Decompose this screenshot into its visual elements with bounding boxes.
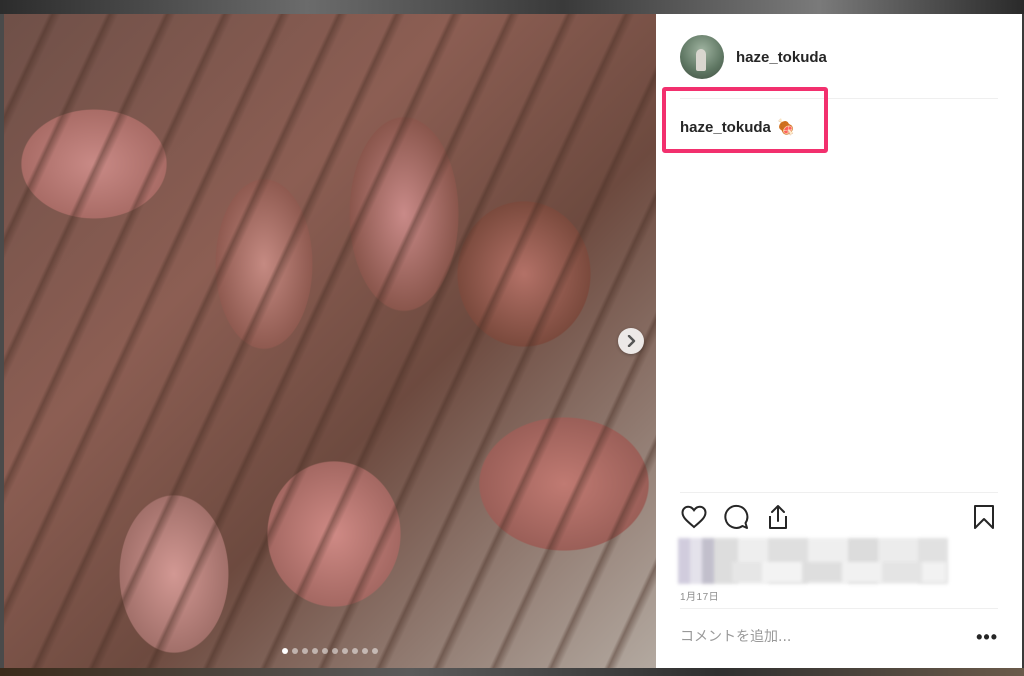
divider xyxy=(680,608,998,609)
carousel-dot xyxy=(302,648,308,654)
next-slide-button[interactable] xyxy=(618,328,644,354)
carousel-dots xyxy=(4,648,656,654)
carousel-dot xyxy=(342,648,348,654)
carousel-dot xyxy=(362,648,368,654)
action-bar xyxy=(680,502,998,532)
comment-icon xyxy=(724,504,749,529)
heart-icon xyxy=(681,505,707,529)
carousel-dot xyxy=(332,648,338,654)
chevron-right-icon xyxy=(627,335,636,347)
divider xyxy=(680,492,998,493)
post-date: 1月17日 xyxy=(680,592,720,603)
likes-info-blurred xyxy=(678,538,948,584)
background-bottom xyxy=(0,668,1024,676)
carousel-dot xyxy=(282,648,288,654)
comment-button[interactable] xyxy=(722,503,750,531)
comment-input[interactable] xyxy=(680,629,977,645)
share-icon xyxy=(769,505,787,529)
caption-author[interactable]: haze_tokuda xyxy=(680,119,771,136)
comment-bar: ••• xyxy=(680,620,998,654)
like-button[interactable] xyxy=(680,503,708,531)
caption-emoji: 🍖 xyxy=(776,119,796,136)
post-sidebar: haze_tokuda haze_tokuda 🍖 1月17日 コメントを追加.… xyxy=(656,14,1022,668)
post-caption: haze_tokuda 🍖 xyxy=(680,118,796,137)
carousel-dot xyxy=(292,648,298,654)
share-button[interactable] xyxy=(764,503,792,531)
more-options-button[interactable]: ••• xyxy=(976,628,998,646)
carousel-dot xyxy=(372,648,378,654)
carousel-dot xyxy=(352,648,358,654)
carousel-dot xyxy=(322,648,328,654)
post-photo[interactable] xyxy=(4,14,656,668)
author-username[interactable]: haze_tokuda xyxy=(736,49,827,66)
carousel-dot xyxy=(312,648,318,654)
bookmark-icon xyxy=(974,505,994,529)
avatar[interactable] xyxy=(680,35,724,79)
background-top xyxy=(0,0,1024,14)
photo-texture xyxy=(4,14,656,668)
save-button[interactable] xyxy=(970,503,998,531)
post-modal: haze_tokuda haze_tokuda 🍖 1月17日 コメントを追加.… xyxy=(4,14,1022,668)
